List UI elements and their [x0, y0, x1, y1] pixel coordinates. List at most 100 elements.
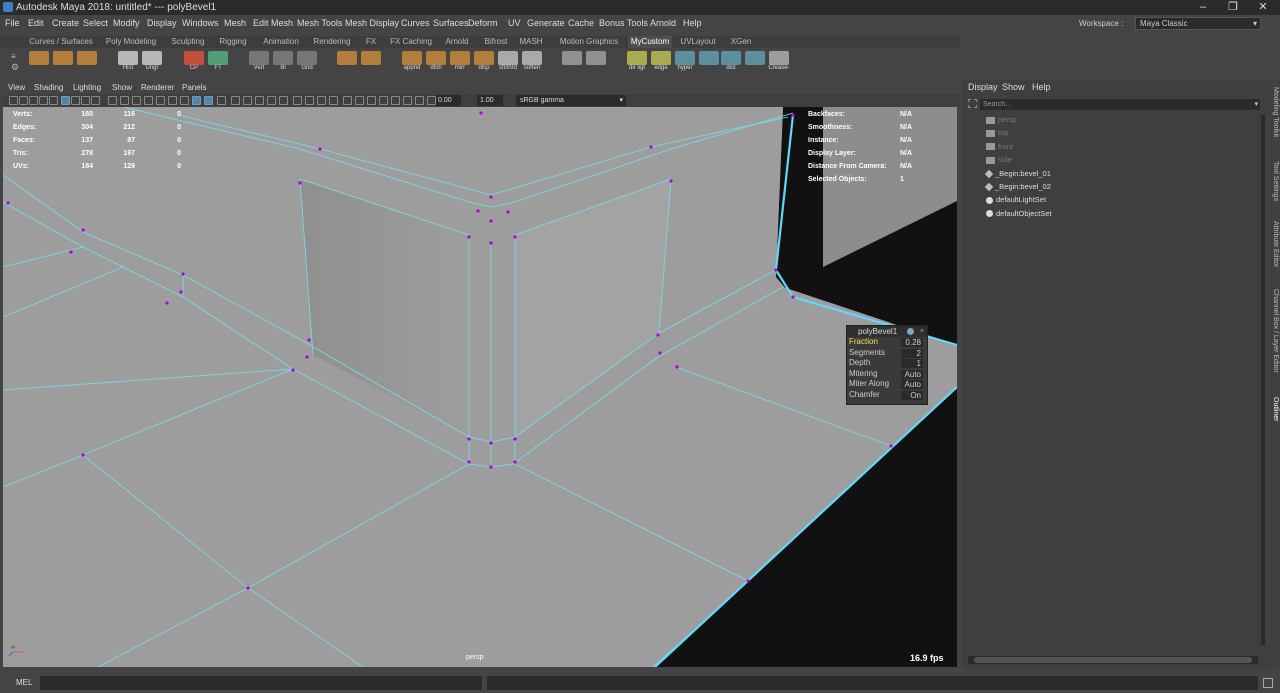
bevel-attr-value[interactable]: 1	[901, 359, 923, 368]
outliner-menu-help[interactable]: Help	[1032, 79, 1051, 96]
viewport-tool-icon[interactable]	[343, 96, 352, 105]
hypershade-shelf-button[interactable]: hyper	[674, 51, 696, 73]
bevel-attr-depth[interactable]: Depth 1	[847, 358, 927, 369]
center-pivot-shelf-button[interactable]: CP	[183, 51, 205, 73]
viewport-tool-icon[interactable]	[168, 96, 177, 105]
shelf-tab-fx[interactable]: FX	[362, 36, 380, 48]
viewport-menu-view[interactable]: View	[8, 81, 25, 94]
menu-display[interactable]: Display	[147, 15, 177, 31]
side-tab-modeling-toolkit[interactable]: Modeling Toolkit	[1267, 87, 1279, 137]
close-icon[interactable]: ✕	[1248, 0, 1278, 15]
viewport-tool-icon[interactable]	[379, 96, 388, 105]
viewport-tool-icon[interactable]	[49, 96, 58, 105]
bevel-attr-miter-along[interactable]: Miter Along Auto	[847, 379, 927, 390]
menu-select[interactable]: Select	[83, 15, 108, 31]
outliner-item[interactable]: side	[986, 153, 1012, 166]
shelf-tab-mycustom[interactable]: MyCustom	[628, 36, 672, 48]
outliner-menu-display[interactable]: Display	[968, 79, 998, 96]
viewport-tool-icon[interactable]	[403, 96, 412, 105]
freeze-shelf-button[interactable]: FT	[207, 51, 229, 73]
bevel-attr-value[interactable]: On	[901, 390, 923, 400]
menu-mesh-tools[interactable]: Mesh Tools	[297, 15, 342, 31]
snap-shelf-button[interactable]	[744, 51, 766, 73]
viewport-tool-icon[interactable]	[279, 96, 288, 105]
side-tab-channel-box-layer-editor[interactable]: Channel Box / Layer Editor	[1267, 289, 1279, 373]
command-language-label[interactable]: MEL	[16, 678, 32, 687]
outliner-item[interactable]: front	[986, 140, 1013, 153]
shelf-menu-icon[interactable]: ≡	[11, 52, 16, 61]
viewport-tool-icon[interactable]	[267, 96, 276, 105]
vertex-shelf-button[interactable]: Vert	[248, 51, 270, 73]
side-tab-tool-settings[interactable]: Tool Settings	[1267, 161, 1279, 201]
paint-shelf-button[interactable]	[585, 51, 607, 73]
shelf-tab-xgen[interactable]: XGen	[727, 36, 755, 48]
combine-shelf-button[interactable]	[336, 51, 358, 73]
menu-help[interactable]: Help	[683, 15, 702, 31]
close-icon[interactable]: ×	[920, 326, 924, 337]
bevel-attr-value[interactable]: Auto	[901, 369, 923, 379]
scrollbar-thumb[interactable]	[974, 657, 1252, 663]
viewport-tool-icon[interactable]	[355, 96, 364, 105]
blend-shelf-button[interactable]: Bl	[272, 51, 294, 73]
viewport-menu-shading[interactable]: Shading	[34, 81, 63, 94]
viewport-tool-icon[interactable]	[71, 96, 80, 105]
command-input[interactable]	[40, 676, 482, 690]
menu-create[interactable]: Create	[52, 15, 79, 31]
gamma-field[interactable]: 1.00	[477, 95, 503, 106]
viewport-tool-icon[interactable]	[120, 96, 129, 105]
outliner-item[interactable]: defaultLightSet	[986, 193, 1046, 206]
side-tab-outliner[interactable]: Outliner	[1267, 397, 1279, 422]
detach-shelf-button[interactable]: dtsh	[425, 51, 447, 73]
bevel-attr-segments[interactable]: Segments 2	[847, 348, 927, 359]
viewport-tool-icon[interactable]	[293, 96, 302, 105]
viewport-persp[interactable]: Verts: 160 116 0 Edges: 304 212 0 Faces: 137 97 0 Tr…	[3, 107, 957, 667]
viewport-tool-icon[interactable]	[217, 96, 226, 105]
viewport-tool-icon[interactable]	[9, 96, 18, 105]
history-shelf-button[interactable]: Hist	[117, 51, 139, 73]
viewport-tool-icon[interactable]	[192, 96, 201, 105]
shelf-tab-curves-surfaces[interactable]: Curves / Surfaces	[28, 36, 94, 48]
minimize-icon[interactable]: –	[1188, 0, 1218, 15]
shelf-tab-animation[interactable]: Animation	[258, 36, 304, 48]
shelf-tab-rendering[interactable]: Rendering	[310, 36, 354, 48]
shelf-tab-motion-graphics[interactable]: Motion Graphics	[554, 36, 624, 48]
gear-icon[interactable]: ⚙	[11, 62, 19, 73]
shelf-tab-uvlayout[interactable]: UVLayout	[679, 36, 717, 48]
light-shelf-button[interactable]: dir ligt	[626, 51, 648, 73]
soften-shelf-button[interactable]: soften	[521, 51, 543, 73]
soft-hard-shelf-button[interactable]: sft/lhrd	[497, 51, 519, 73]
outliner-item[interactable]: _Begin:bevel_02	[984, 180, 1051, 193]
shelf-tab-mash[interactable]: MASH	[517, 36, 545, 48]
menu-arnold[interactable]: Arnold	[650, 15, 676, 31]
node-shelf-button[interactable]	[698, 51, 720, 73]
outliner-scrollbar[interactable]	[1261, 115, 1265, 645]
bevel-attr-mitering[interactable]: Mitering Auto	[847, 369, 927, 380]
color-space-dropdown[interactable]: sRGB gamma ▾	[516, 95, 626, 106]
viewport-tool-icon[interactable]	[156, 96, 165, 105]
viewport-tool-icon[interactable]	[81, 96, 90, 105]
viewport-tool-icon[interactable]	[427, 96, 436, 105]
viewport-menu-lighting[interactable]: Lighting	[73, 81, 101, 94]
viewport-tool-icon[interactable]	[29, 96, 38, 105]
bevel-attr-value[interactable]: 0.28	[901, 338, 923, 347]
viewport-tool-icon[interactable]	[317, 96, 326, 105]
menu-mesh[interactable]: Mesh	[224, 15, 246, 31]
separate-shelf-button[interactable]	[360, 51, 382, 73]
edge-shelf-button[interactable]: edge	[650, 51, 672, 73]
outliner-item[interactable]: _Begin:bevel_01	[984, 167, 1051, 180]
shelf-tab-rigging[interactable]: Rigging	[214, 36, 252, 48]
menu-surfaces[interactable]: Surfaces	[433, 15, 469, 31]
display-shelf-button[interactable]: dlsp	[473, 51, 495, 73]
viewport-tool-icon[interactable]	[305, 96, 314, 105]
exposure-field[interactable]: 0.00	[435, 95, 461, 106]
viewport-tool-icon[interactable]	[204, 96, 213, 105]
outliner-item[interactable]: persp	[986, 113, 1017, 126]
outliner-menu-show[interactable]: Show	[1002, 79, 1025, 96]
viewport-tool-icon[interactable]	[367, 96, 376, 105]
shelf-tab-fx-caching[interactable]: FX Caching	[385, 36, 437, 48]
viewport-tool-icon[interactable]	[243, 96, 252, 105]
bevel-attr-value[interactable]: Auto	[901, 380, 923, 389]
viewport-menu-renderer[interactable]: Renderer	[141, 81, 174, 94]
bevel-attr-fraction[interactable]: Fraction 0.28	[847, 337, 927, 348]
shelf-tab-arnold[interactable]: Arnold	[440, 36, 474, 48]
